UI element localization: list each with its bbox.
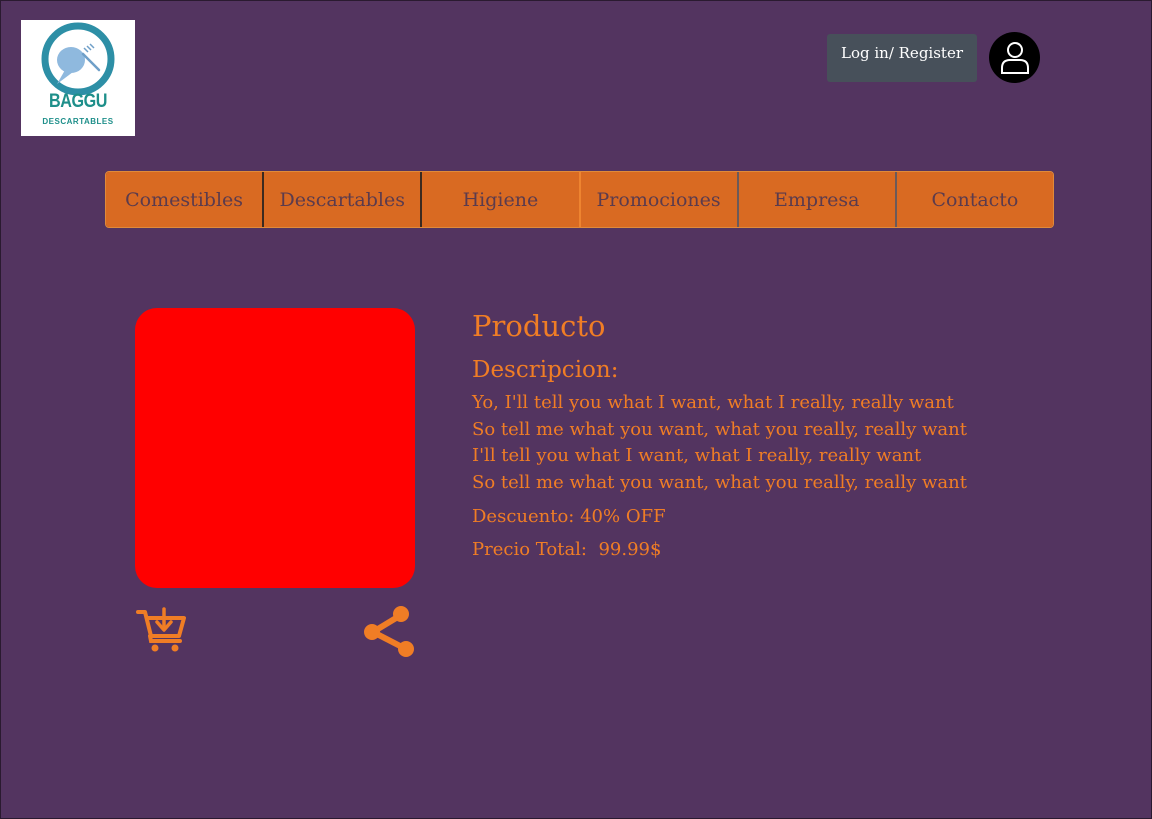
description-line: I'll tell you what I want, what I really…: [472, 445, 922, 466]
login-register-button[interactable]: Log in/ Register: [827, 34, 977, 82]
description-text: Yo, I'll tell you what I want, what I re…: [472, 390, 967, 496]
nav-item-promociones[interactable]: Promociones: [580, 172, 739, 227]
add-to-cart-button[interactable]: [136, 606, 186, 654]
nav-item-descartables[interactable]: Descartables: [264, 172, 423, 227]
user-avatar[interactable]: [989, 32, 1040, 83]
nav-item-empresa[interactable]: Empresa: [738, 172, 897, 227]
description-line: So tell me what you want, what you reall…: [472, 471, 967, 493]
description-line: Yo, I'll tell you what I want, what I re…: [472, 392, 954, 413]
product-info: Producto Descripcion: Yo, I'll tell you …: [472, 306, 967, 562]
nav-item-contacto[interactable]: Contacto: [896, 172, 1053, 227]
share-button[interactable]: [362, 605, 416, 657]
nav-item-higiene[interactable]: Higiene: [422, 172, 581, 227]
price-label: Precio Total: 99.99$: [472, 539, 662, 560]
main-nav: Comestibles Descartables Higiene Promoci…: [105, 171, 1054, 228]
brand-tagline: DESCARTABLES: [42, 117, 114, 126]
product-title: Producto: [472, 309, 606, 343]
brand-name: BAGGU: [48, 91, 107, 112]
logo[interactable]: BAGGU DESCARTABLES: [21, 20, 135, 136]
user-icon: [1000, 41, 1029, 74]
product-image: [135, 308, 415, 588]
description-line: So tell me what you want, what you reall…: [472, 418, 967, 440]
discount-label: Descuento: 40% OFF: [472, 506, 666, 527]
share-icon: [364, 606, 414, 657]
add-to-cart-icon: [136, 607, 186, 652]
nav-item-comestibles[interactable]: Comestibles: [106, 172, 265, 227]
description-heading: Descripcion:: [472, 357, 619, 383]
